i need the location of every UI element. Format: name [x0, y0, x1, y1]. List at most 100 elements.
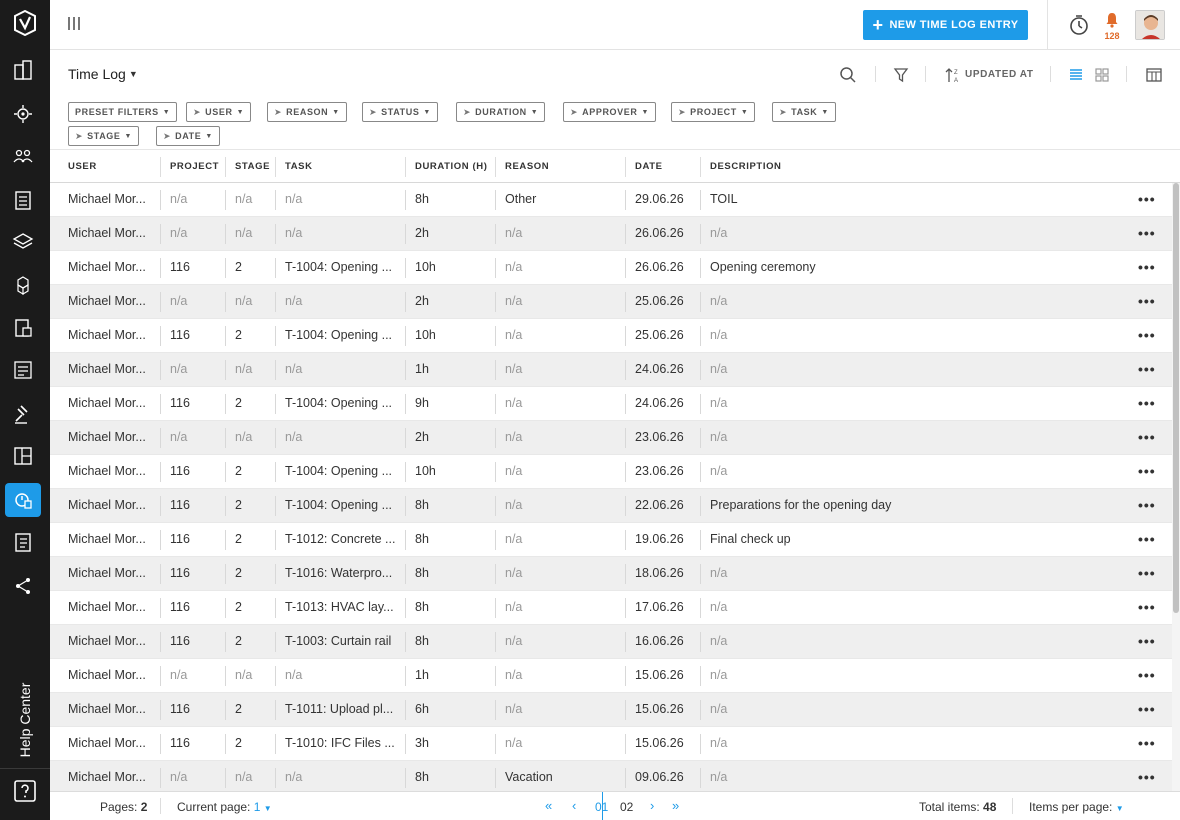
column-header-reason[interactable]: REASON — [505, 161, 549, 172]
filter-chip-user[interactable]: ➤ USER ▼ — [186, 102, 252, 122]
filter-chip-status[interactable]: ➤ STATUS ▼ — [362, 102, 438, 122]
timer-icon[interactable] — [1067, 13, 1091, 37]
filter-chip-date[interactable]: ➤ DATE ▼ — [156, 126, 220, 146]
table-row[interactable]: Michael Mor... 116 2 T-1004: Opening ... 9h n… — [50, 387, 1172, 421]
help-book-icon[interactable] — [12, 778, 38, 804]
row-menu-icon[interactable]: ••• — [1138, 191, 1156, 207]
sidebar-item-share[interactable] — [5, 569, 41, 603]
column-header-project[interactable]: PROJECT — [170, 161, 219, 172]
row-menu-icon[interactable]: ••• — [1138, 531, 1156, 547]
sidebar-item-layers[interactable] — [5, 225, 41, 259]
page-number-02[interactable]: 02 — [620, 800, 633, 814]
table-row[interactable]: Michael Mor... 116 2 T-1004: Opening ... 10h… — [50, 455, 1172, 489]
column-divider[interactable] — [625, 157, 626, 177]
table-row[interactable]: Michael Mor... n/a n/a n/a 2h n/a 26.06.26 n/a •… — [50, 217, 1172, 251]
filter-chip-approver[interactable]: ➤ APPROVER ▼ — [563, 102, 656, 122]
sidebar-item-time-log[interactable] — [5, 483, 41, 517]
column-divider[interactable] — [275, 157, 276, 177]
sidebar-item-layout[interactable] — [5, 439, 41, 473]
table-row[interactable]: Michael Mor... 116 2 T-1012: Concrete ... 8h… — [50, 523, 1172, 557]
app-logo[interactable] — [12, 9, 38, 37]
filter-icon[interactable] — [892, 66, 910, 84]
filter-chip-preset-filters[interactable]: PRESET FILTERS ▼ — [68, 102, 178, 122]
filter-chip-project[interactable]: ➤ PROJECT ▼ — [671, 102, 756, 122]
table-row[interactable]: Michael Mor... n/a n/a n/a 1h n/a 15.06.26 n/a •… — [50, 659, 1172, 693]
vertical-scrollbar[interactable] — [1172, 183, 1180, 791]
notifications-button[interactable]: 128 — [1101, 12, 1123, 41]
sidebar-item-clipboard-list[interactable] — [5, 183, 41, 217]
sidebar-item-buildings[interactable] — [5, 53, 41, 87]
row-menu-icon[interactable]: ••• — [1138, 259, 1156, 275]
previous-page-icon[interactable]: ‹ — [572, 798, 576, 813]
sidebar-item-checklist[interactable] — [5, 353, 41, 387]
filter-chip-duration[interactable]: ➤ DURATION ▼ — [456, 102, 546, 122]
page-number-01[interactable]: 01 — [595, 800, 608, 814]
column-header-date[interactable]: DATE — [635, 161, 663, 172]
row-menu-icon[interactable]: ••• — [1138, 395, 1156, 411]
menu-toggle-icon[interactable] — [68, 17, 82, 31]
column-header-stage[interactable]: STAGE — [235, 161, 270, 172]
search-icon[interactable] — [839, 66, 857, 84]
sidebar-item-cubes[interactable] — [5, 269, 41, 303]
grid-view-icon[interactable] — [1093, 66, 1111, 84]
columns-settings-icon[interactable] — [1145, 66, 1163, 84]
sidebar-item-users[interactable] — [5, 139, 41, 173]
row-menu-icon[interactable]: ••• — [1138, 225, 1156, 241]
items-per-page-select[interactable]: Items per page: ▼ — [1029, 800, 1124, 814]
column-header-user[interactable]: USER — [68, 161, 97, 172]
row-menu-icon[interactable]: ••• — [1138, 565, 1156, 581]
table-row[interactable]: Michael Mor... 116 2 T-1004: Opening ... 8h n… — [50, 489, 1172, 523]
table-row[interactable]: Michael Mor... 116 2 T-1010: IFC Files ... 3… — [50, 727, 1172, 761]
table-row[interactable]: Michael Mor... n/a n/a n/a 2h n/a 25.06.26 n/a •… — [50, 285, 1172, 319]
sidebar-item-gavel[interactable] — [5, 397, 41, 431]
row-menu-icon[interactable]: ••• — [1138, 667, 1156, 683]
current-page-select[interactable]: Current page: 1 ▼ — [177, 800, 272, 814]
column-divider[interactable] — [225, 157, 226, 177]
help-center-link[interactable]: Help Center — [10, 680, 40, 760]
sort-icon[interactable]: ZA — [944, 66, 962, 84]
table-row[interactable]: Michael Mor... n/a n/a n/a 1h n/a 24.06.26 n/a •… — [50, 353, 1172, 387]
page-title[interactable]: Time Log ▼ — [68, 66, 138, 82]
sidebar-item-notebook[interactable] — [5, 525, 41, 559]
table-row[interactable]: Michael Mor... 116 2 T-1016: Waterpro... 8h n… — [50, 557, 1172, 591]
table-row[interactable]: Michael Mor... 116 2 T-1004: Opening ... 10h… — [50, 251, 1172, 285]
row-menu-icon[interactable]: ••• — [1138, 293, 1156, 309]
table-row[interactable]: Michael Mor... n/a n/a n/a 2h n/a 23.06.26 n/a •… — [50, 421, 1172, 455]
row-menu-icon[interactable]: ••• — [1138, 463, 1156, 479]
table-row[interactable]: Michael Mor... 116 2 T-1013: HVAC lay... 8h n… — [50, 591, 1172, 625]
column-divider[interactable] — [495, 157, 496, 177]
row-menu-icon[interactable]: ••• — [1138, 599, 1156, 615]
table-row[interactable]: Michael Mor... n/a n/a n/a 8h Other 29.06.26 TO… — [50, 183, 1172, 217]
table-row[interactable]: Michael Mor... 116 2 T-1003: Curtain rail 8h… — [50, 625, 1172, 659]
sidebar-item-gear-building[interactable] — [5, 97, 41, 131]
table-row[interactable]: Michael Mor... n/a n/a n/a 8h Vacation 09.06.2… — [50, 761, 1172, 791]
row-menu-icon[interactable]: ••• — [1138, 361, 1156, 377]
row-menu-icon[interactable]: ••• — [1138, 429, 1156, 445]
filter-chip-task[interactable]: ➤ TASK ▼ — [772, 102, 836, 122]
column-header-description[interactable]: DESCRIPTION — [710, 161, 782, 172]
column-divider[interactable] — [160, 157, 161, 177]
table-row[interactable]: Michael Mor... 116 2 T-1004: Opening ... 10h… — [50, 319, 1172, 353]
row-menu-icon[interactable]: ••• — [1138, 735, 1156, 751]
column-divider[interactable] — [405, 157, 406, 177]
next-page-icon[interactable]: › — [650, 798, 654, 813]
sidebar-item-document-box[interactable] — [5, 311, 41, 345]
column-header-duration[interactable]: DURATION (H) — [415, 161, 487, 172]
list-view-icon[interactable] — [1067, 66, 1085, 84]
scrollbar-thumb[interactable] — [1173, 183, 1179, 613]
row-menu-icon[interactable]: ••• — [1138, 497, 1156, 513]
last-page-icon[interactable]: » — [672, 798, 679, 813]
first-page-icon[interactable]: « — [545, 798, 552, 813]
filter-chip-stage[interactable]: ➤ STAGE ▼ — [68, 126, 140, 146]
user-avatar[interactable] — [1135, 10, 1165, 40]
filter-chip-reason[interactable]: ➤ REASON ▼ — [267, 102, 347, 122]
column-header-task[interactable]: TASK — [285, 161, 313, 172]
table-row[interactable]: Michael Mor... 116 2 T-1011: Upload pl... 6h… — [50, 693, 1172, 727]
sort-field-label[interactable]: UPDATED AT — [965, 69, 1034, 80]
column-divider[interactable] — [700, 157, 701, 177]
row-menu-icon[interactable]: ••• — [1138, 327, 1156, 343]
row-menu-icon[interactable]: ••• — [1138, 633, 1156, 649]
new-time-log-entry-button[interactable]: + NEW TIME LOG ENTRY — [863, 10, 1028, 40]
row-menu-icon[interactable]: ••• — [1138, 769, 1156, 785]
row-menu-icon[interactable]: ••• — [1138, 701, 1156, 717]
